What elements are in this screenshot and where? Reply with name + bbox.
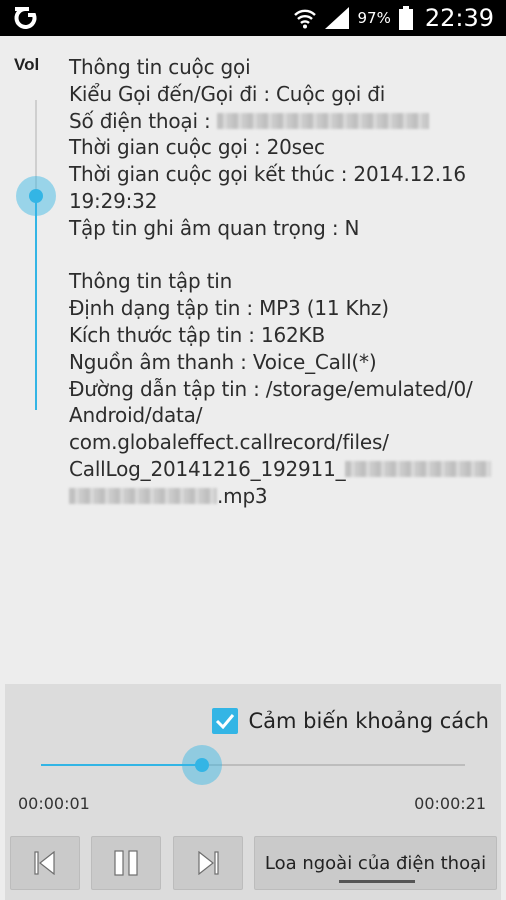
call-duration: Thời gian cuộc gọi : 20sec: [69, 135, 325, 160]
audio-source: Nguồn âm thanh : Voice_Call(*): [69, 349, 377, 374]
skip-next-icon: [198, 851, 219, 875]
file-path: Đường dẫn tập tin : /storage/emulated/0/: [69, 376, 473, 401]
carrier-logo-icon: [14, 7, 37, 29]
clock: 22:39: [424, 4, 494, 32]
proximity-sensor-checkbox[interactable]: [212, 708, 239, 734]
recording-details: Thông tin cuộc gọi Kiểu Gọi đến/Gọi đi :…: [69, 54, 494, 510]
player-panel: Cảm biến khoảng cách 00:00:01 00:00:21 L…: [5, 684, 501, 900]
important-recording: Tập tin ghi âm quan trọng : N: [69, 215, 360, 240]
volume-label: Vol: [14, 55, 40, 74]
volume-slider-fill: [35, 196, 37, 410]
elapsed-time: 00:00:01: [18, 794, 90, 813]
seekbar-progress: [41, 764, 203, 766]
file-path-continued: Android/data/: [69, 403, 203, 428]
battery-percent: 97%: [357, 9, 391, 27]
speakerphone-button[interactable]: Loa ngoài của điện thoại: [254, 836, 497, 890]
skip-previous-icon: [34, 851, 55, 875]
status-bar: 97% 22:39: [0, 0, 506, 36]
file-path-continued: com.globaleffect.callrecord/files/: [69, 430, 389, 455]
next-button[interactable]: [173, 836, 243, 890]
checkmark-icon: [216, 714, 235, 729]
redacted-file-name: [69, 487, 217, 504]
call-info-title: Thông tin cuộc gọi: [69, 55, 251, 79]
file-info-title: Thông tin tập tin: [69, 269, 233, 294]
volume-slider-thumb[interactable]: [16, 176, 56, 217]
battery-icon: [398, 6, 413, 30]
seekbar-thumb[interactable]: [182, 745, 223, 785]
file-path-filename-end: .mp3: [69, 483, 494, 510]
pause-button[interactable]: [91, 836, 161, 890]
speakerphone-label: Loa ngoài của điện thoại: [264, 852, 487, 874]
phone-number-row: Số điện thoại :: [69, 108, 494, 135]
signal-icon: [325, 7, 350, 29]
call-end-time-continued: 19:29:32: [69, 188, 158, 213]
file-name-prefix: CallLog_20141216_192911_: [69, 456, 346, 481]
file-extension: .mp3: [217, 483, 268, 508]
file-path-filename: CallLog_20141216_192911_: [69, 456, 494, 483]
pause-icon: [114, 850, 138, 876]
proximity-sensor-label: Cảm biến khoảng cách: [248, 709, 489, 733]
call-type: Kiểu Gọi đến/Gọi đi : Cuộc gọi đi: [69, 81, 386, 106]
volume-slider[interactable]: [35, 100, 37, 410]
redacted-file-name: [345, 460, 492, 477]
total-time: 00:00:21: [414, 794, 486, 813]
phone-number-label: Số điện thoại :: [69, 108, 217, 133]
file-size: Kích thước tập tin : 162KB: [69, 322, 325, 347]
redacted-phone-number: [216, 112, 429, 129]
playback-seekbar[interactable]: [41, 745, 465, 785]
previous-button[interactable]: [10, 836, 80, 890]
proximity-sensor-option[interactable]: Cảm biến khoảng cách: [212, 708, 489, 734]
call-end-time: Thời gian cuộc gọi kết thúc : 2014.12.16: [69, 162, 466, 187]
speakerphone-indicator: [339, 880, 415, 883]
wifi-icon: [294, 9, 317, 29]
file-format: Định dạng tập tin : MP3 (11 Khz): [69, 296, 389, 321]
